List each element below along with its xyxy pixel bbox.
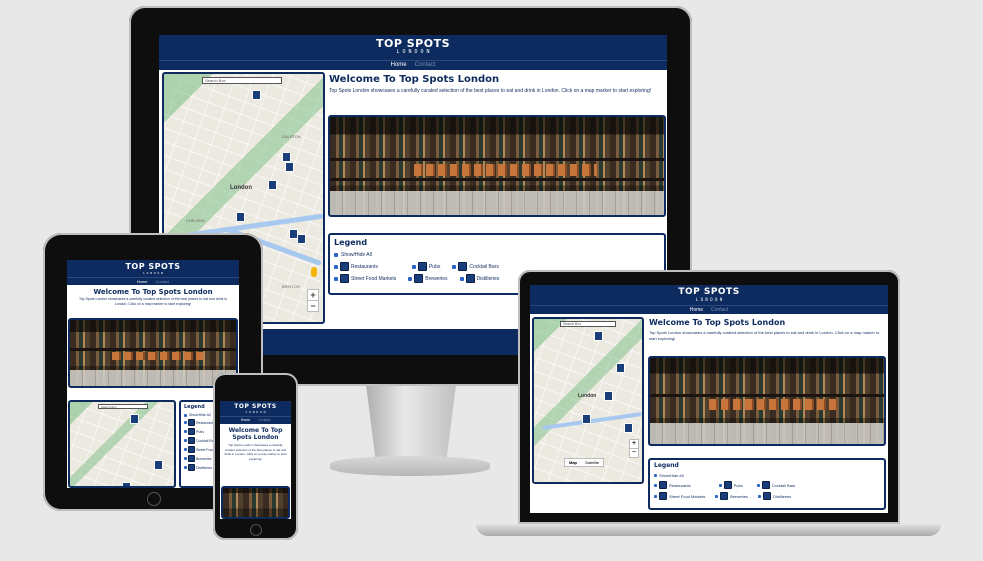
phone-home-button xyxy=(250,524,262,536)
nav-contact-link[interactable]: Contact xyxy=(711,306,728,314)
nav-bar: Home Contact xyxy=(530,305,888,314)
legend-title: Legend xyxy=(334,238,368,247)
hero-image xyxy=(221,486,290,519)
map-marker[interactable] xyxy=(252,90,261,100)
site-logo[interactable]: TOP SPOTS xyxy=(67,260,239,271)
laptop-base xyxy=(476,524,941,536)
nav-home-link[interactable]: Home xyxy=(241,417,250,424)
legend-item-street-food[interactable]: Street Food Markets xyxy=(654,492,705,500)
map-marker[interactable] xyxy=(616,363,625,373)
site-logo-sub: L O N D O N xyxy=(143,271,163,275)
intro-text: Top Spots London showcases a carefully c… xyxy=(329,88,652,94)
legend-item-restaurants[interactable]: Restaurants xyxy=(334,262,378,271)
nav-home-link[interactable]: Home xyxy=(391,61,407,70)
map-label-london: London xyxy=(578,393,597,399)
map-zoom-out-button[interactable]: − xyxy=(307,300,319,312)
checkbox-icon[interactable] xyxy=(334,253,338,257)
map-type-toggle[interactable]: Map Satellite xyxy=(564,458,605,467)
map-marker[interactable] xyxy=(594,331,603,341)
map-label-dalston: DALSTON xyxy=(282,134,301,139)
nav-contact-link[interactable]: Contact xyxy=(258,417,270,424)
pegman-icon[interactable] xyxy=(311,267,317,277)
map-marker[interactable] xyxy=(154,460,163,470)
nav-home-link[interactable]: Home xyxy=(690,306,703,314)
legend-item-breweries[interactable]: Breweries xyxy=(715,492,748,500)
nav-contact-link[interactable]: Contact xyxy=(155,278,169,285)
page-title: Welcome To Top Spots London xyxy=(649,318,786,327)
nav-bar: Home Contact xyxy=(220,416,291,424)
site-logo-sub: L O N D O N xyxy=(695,297,723,302)
legend-item-breweries[interactable]: Breweries xyxy=(408,274,448,283)
phone: TOP SPOTS L O N D O N Home Contact Welcom… xyxy=(213,373,298,540)
page-title: Welcome To Top Spots London xyxy=(93,288,213,296)
cocktail-icon xyxy=(458,262,468,271)
site-logo[interactable]: TOP SPOTS xyxy=(530,285,888,297)
legend-show-hide-all[interactable]: Show/Hide All xyxy=(334,252,660,258)
map-search-input[interactable]: Search Box xyxy=(202,77,282,84)
map-marker[interactable] xyxy=(285,162,294,172)
map-search-input[interactable]: Search Box xyxy=(98,404,148,409)
site-logo[interactable]: TOP SPOTS xyxy=(159,35,667,49)
legend-item-cocktail-bars[interactable]: Cocktail Bars xyxy=(756,481,795,489)
legend-item-pubs[interactable]: Pubs xyxy=(411,262,440,271)
intro-text: Top Spots London showcases a carefully c… xyxy=(224,443,287,461)
site-logo-sub: L O N D O N xyxy=(245,410,266,414)
map-marker[interactable] xyxy=(604,391,613,401)
tablet-home-button xyxy=(147,492,161,506)
monitor-stand xyxy=(366,386,456,460)
site-header: TOP SPOTS L O N D O N xyxy=(159,35,667,60)
nav-bar: Home Contact xyxy=(159,60,667,70)
intro-text: Top Spots London showcases a carefully c… xyxy=(78,297,228,306)
legend-title: Legend xyxy=(654,462,679,469)
legend-item-distilleries[interactable]: Distilleries xyxy=(758,492,791,500)
legend-item-pubs[interactable]: Pubs xyxy=(718,481,743,489)
legend-item-street-food[interactable]: Street Food Markets xyxy=(334,274,396,283)
laptop: TOP SPOTS L O N D O N Home Contact Search… xyxy=(476,270,941,550)
map-type-satellite-button[interactable]: Satellite xyxy=(581,459,603,466)
map-marker[interactable] xyxy=(122,482,131,486)
legend-item-restaurants[interactable]: Restaurants xyxy=(654,481,691,489)
nav-contact-link[interactable]: Contact xyxy=(415,61,436,70)
map-marker[interactable] xyxy=(268,180,277,190)
site-logo[interactable]: TOP SPOTS xyxy=(220,401,291,410)
map-marker[interactable] xyxy=(236,212,245,222)
map-marker[interactable] xyxy=(582,414,591,424)
map-marker[interactable] xyxy=(282,152,291,162)
map-panel[interactable]: Search Box xyxy=(68,400,176,488)
page-title-line-2: Spots London xyxy=(232,434,279,441)
site-logo-sub: L O N D O N xyxy=(396,49,430,55)
pub-icon xyxy=(417,262,427,271)
map-type-map-button[interactable]: Map xyxy=(565,459,581,466)
phone-screen: TOP SPOTS L O N D O N Home Contact Welcom… xyxy=(220,401,291,519)
laptop-screen: TOP SPOTS L O N D O N Home Contact Search… xyxy=(530,285,888,513)
map-marker[interactable] xyxy=(297,234,306,244)
map-label-chelsea: CHELSEA xyxy=(186,218,205,223)
map-panel[interactable]: Search Box London Map Satellite + − xyxy=(532,317,644,484)
map-label-brixton: BRIXTON xyxy=(282,284,300,289)
hero-image xyxy=(328,115,666,217)
hero-image xyxy=(648,356,886,446)
intro-text: Top Spots London showcases a carefully c… xyxy=(649,330,880,341)
brewery-icon xyxy=(414,274,424,283)
map-marker[interactable] xyxy=(624,423,633,433)
map-marker[interactable] xyxy=(130,414,139,424)
distillery-icon xyxy=(465,274,475,283)
legend-show-hide-all[interactable]: Show/Hide All xyxy=(654,473,880,478)
legend-panel: Legend Show/Hide All Restaurants Pubs Co… xyxy=(648,458,886,510)
restaurant-icon xyxy=(340,262,349,271)
monitor-base xyxy=(330,456,490,476)
page-title-line-1: Welcome To Top xyxy=(228,427,283,434)
nav-bar: Home Contact xyxy=(67,277,239,285)
map-search-input[interactable]: Search Box xyxy=(560,321,616,327)
street-food-icon xyxy=(340,274,349,283)
map-zoom-out-button[interactable]: − xyxy=(629,448,639,458)
nav-home-link[interactable]: Home xyxy=(137,278,148,285)
page-title: Welcome To Top Spots London xyxy=(329,74,500,85)
map-label-london: London xyxy=(230,185,252,191)
